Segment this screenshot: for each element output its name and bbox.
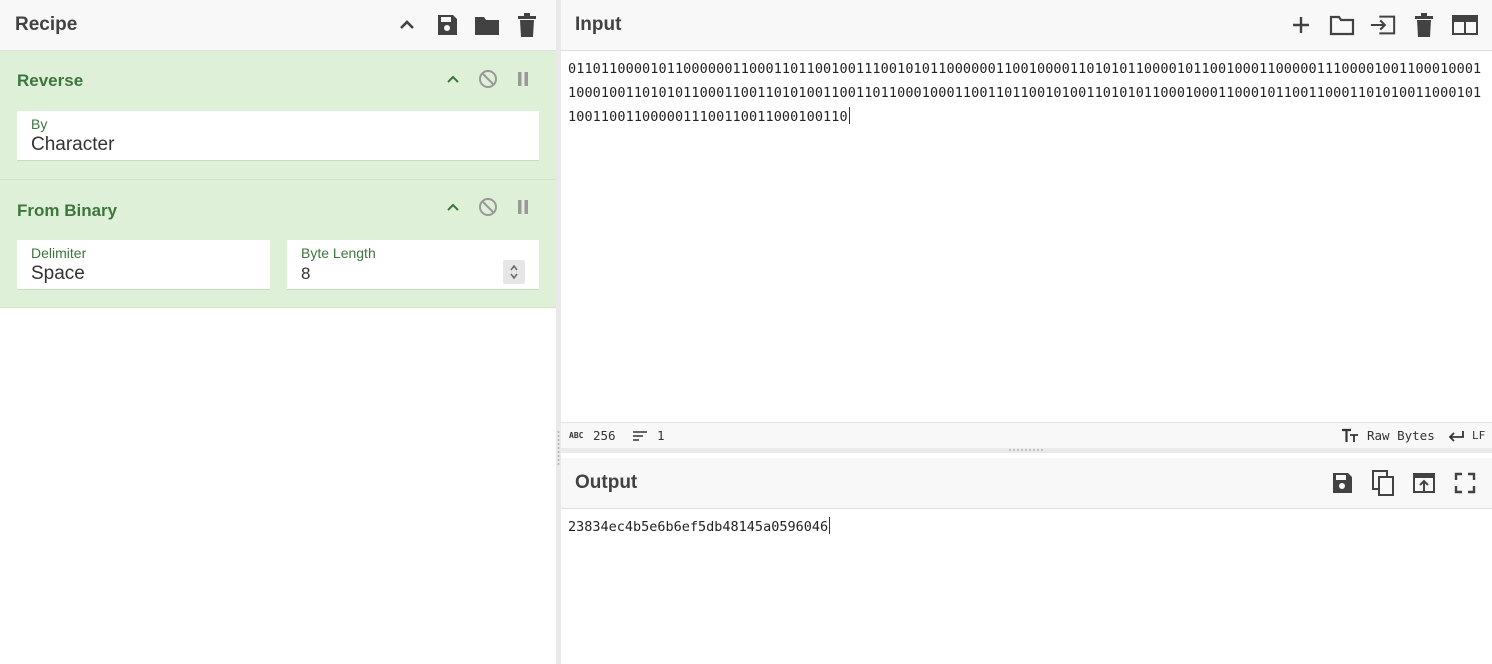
char-count: 256 [593,428,616,443]
input-title: Input [575,14,622,35]
recipe-title: Recipe [15,14,78,35]
chevron-up-icon[interactable] [442,196,464,218]
load-recipe-icon[interactable] [474,12,500,38]
add-tab-icon[interactable] [1288,12,1314,38]
replace-input-icon[interactable] [1411,470,1437,496]
line-count: 1 [657,428,665,443]
io-splitter[interactable] [561,448,1492,453]
recipe-pane: Recipe Reverse By Character From Binary … [0,0,556,664]
lines-icon [632,430,648,445]
clear-recipe-icon[interactable] [514,12,540,38]
by-label: By [31,116,48,132]
output-cursor [829,517,831,534]
breakpoint-icon[interactable] [512,68,534,90]
disable-icon[interactable] [477,196,499,218]
save-output-icon[interactable] [1329,470,1355,496]
operation-from-binary[interactable]: From Binary Delimiter Space Byte Length … [0,180,556,308]
chevron-up-icon[interactable] [442,68,464,90]
clear-input-icon[interactable] [1411,12,1437,38]
delimiter-label: Delimiter [31,245,87,261]
encoding-selector[interactable]: Raw Bytes [1367,428,1435,443]
collapse-all-icon[interactable] [394,12,420,38]
output-text-content: 23834ec4b5e6b6ef5db48145a0596046 [568,519,829,535]
input-text-content: 0110110000101100000011000110110010011100… [568,61,1482,125]
operation-title: From Binary [17,201,118,220]
delimiter-field[interactable]: Delimiter Space [17,240,270,290]
eol-selector[interactable]: LF [1472,429,1485,442]
operation-title: Reverse [17,71,84,90]
disable-icon[interactable] [477,68,499,90]
open-file-icon[interactable] [1329,12,1355,38]
text-cursor [848,107,850,124]
input-textarea[interactable]: 0110110000101100000011000110110010011100… [568,57,1486,129]
cyberchef-app: Recipe Reverse By Character From Binary … [0,0,1492,664]
copy-output-icon[interactable] [1370,470,1396,496]
save-recipe-icon[interactable] [434,12,460,38]
number-stepper[interactable] [503,260,525,284]
open-folder-input-icon[interactable] [1370,12,1396,38]
delimiter-value: Space [31,263,85,284]
input-status-bar: ABC 256 1 Raw Bytes LF [561,422,1492,448]
by-field[interactable]: By Character [17,111,539,161]
layout-icon[interactable] [1452,12,1478,38]
text-size-icon[interactable] [1341,428,1359,446]
breakpoint-icon[interactable] [512,196,534,218]
output-header: Output [561,458,1492,509]
output-textarea[interactable]: 23834ec4b5e6b6ef5db48145a0596046 [568,515,831,539]
io-pane: Input 0110110000101100000011000110110010… [561,0,1492,664]
byte-length-field[interactable]: Byte Length 8 [287,240,539,290]
input-header: Input [561,0,1492,51]
byte-length-value: 8 [301,264,311,283]
abc-icon: ABC [569,431,584,440]
byte-length-label: Byte Length [301,245,376,261]
eol-icon[interactable] [1447,430,1465,445]
recipe-header: Recipe [0,0,556,51]
by-value: Character [31,134,115,155]
output-title: Output [575,472,638,493]
operation-reverse[interactable]: Reverse By Character [0,51,556,180]
maximise-output-icon[interactable] [1452,470,1478,496]
